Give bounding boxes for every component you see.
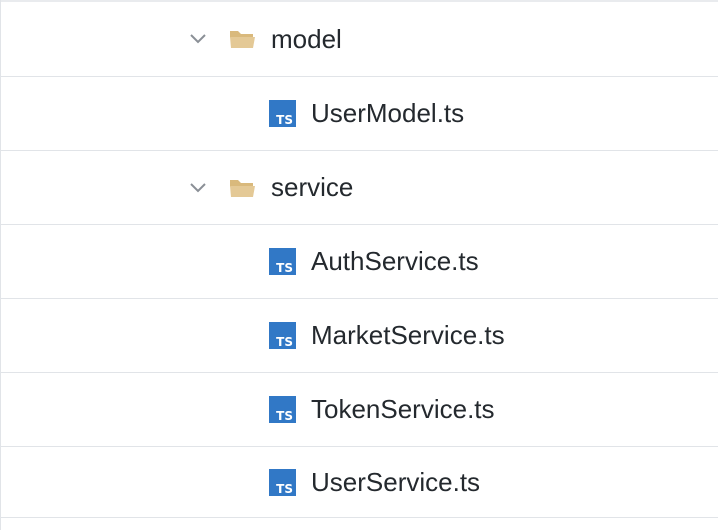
tree-folder-model[interactable]: model	[1, 0, 718, 77]
ts-badge-text: TS	[276, 113, 293, 127]
tree-file-userservice[interactable]: TS UserService.ts	[1, 447, 718, 518]
typescript-file-icon: TS	[269, 100, 296, 127]
tree-item-label: UserModel.ts	[311, 98, 465, 128]
tree-folder-service[interactable]: service	[1, 151, 718, 225]
folder-open-icon	[229, 28, 257, 50]
file-tree: model TS UserModel.ts service TS AuthSer…	[0, 0, 718, 530]
tree-item-label: model	[271, 23, 342, 54]
tree-file-usermodel[interactable]: TS UserModel.ts	[1, 77, 718, 151]
ts-badge-text: TS	[276, 409, 293, 423]
chevron-down-icon[interactable]	[187, 28, 209, 50]
tree-item-label: AuthService.ts	[311, 246, 479, 276]
typescript-file-icon: TS	[269, 322, 296, 349]
tree-item-label: UserService.ts	[311, 466, 481, 497]
tree-item-label: service	[271, 172, 354, 202]
ts-badge-text: TS	[276, 261, 293, 275]
tree-item-label: TokenService.ts	[311, 394, 495, 424]
typescript-file-icon: TS	[269, 468, 296, 496]
ts-badge-text: TS	[276, 335, 293, 349]
folder-open-icon	[229, 177, 257, 199]
typescript-file-icon: TS	[269, 396, 296, 423]
tree-item-label: MarketService.ts	[311, 320, 505, 350]
typescript-file-icon: TS	[269, 248, 296, 275]
tree-file-marketservice[interactable]: TS MarketService.ts	[1, 299, 718, 373]
chevron-down-icon[interactable]	[187, 177, 209, 199]
tree-file-tokenservice[interactable]: TS TokenService.ts	[1, 373, 718, 447]
ts-badge-text: TS	[276, 481, 293, 496]
tree-file-authservice[interactable]: TS AuthService.ts	[1, 225, 718, 299]
